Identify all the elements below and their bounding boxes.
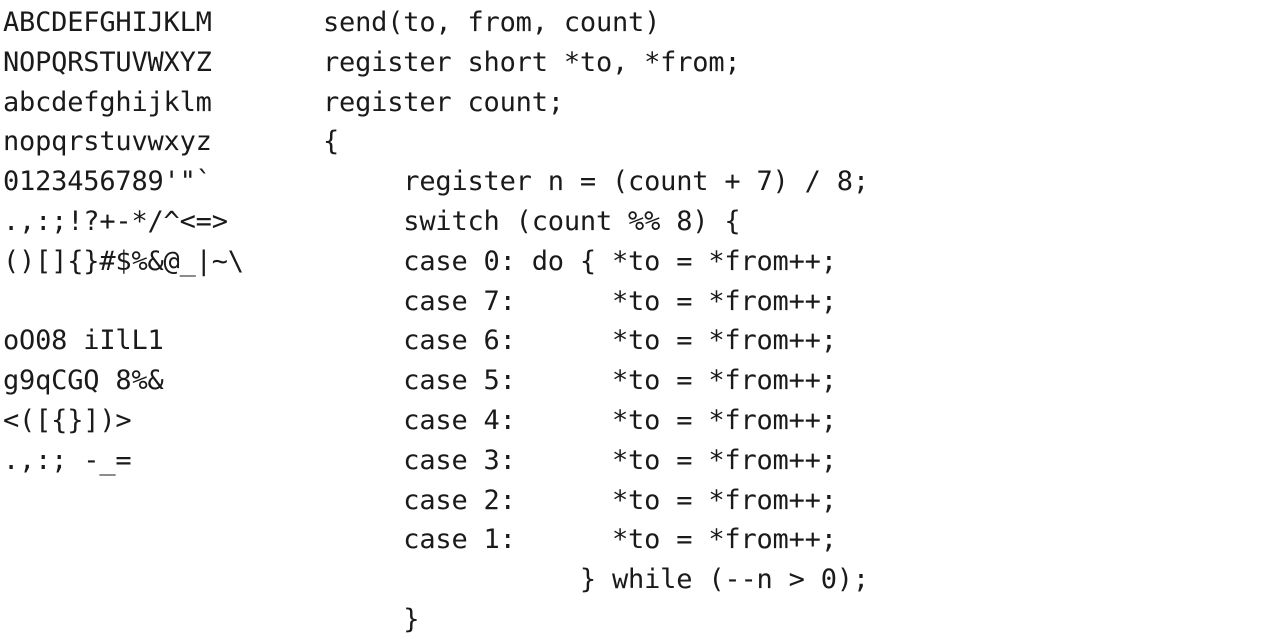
code-line: case 7: *to = *from++;	[323, 285, 837, 317]
glyph-line-uppercase-n-z: NOPQRSTUVWXYZ	[3, 46, 212, 78]
font-specimen: ABCDEFGHIJKLM NOPQRSTUVWXYZ abcdefghijklm n…	[0, 0, 1280, 640]
code-line: case 3: *to = *from++;	[323, 444, 837, 476]
glyph-line-uppercase-a-m: ABCDEFGHIJKLM	[3, 7, 212, 38]
glyph-specimen: ABCDEFGHIJKLM NOPQRSTUVWXYZ abcdefghijklm n…	[3, 3, 303, 481]
code-line: case 4: *to = *from++;	[323, 404, 837, 436]
glyph-line-punctuation: .,:; -_=	[3, 444, 132, 476]
code-line: case 6: *to = *from++;	[323, 325, 837, 357]
code-sample: send(to, from, count) register short *to,…	[323, 3, 1263, 640]
code-line: register count;	[323, 86, 564, 118]
code-line: register short *to, *from;	[323, 46, 741, 78]
code-line: register n = (count + 7) / 8;	[323, 166, 869, 198]
glyph-line-similar-shapes: g9qCGQ 8%&	[3, 365, 164, 397]
code-line: case 1: *to = *from++;	[323, 524, 837, 556]
code-line: case 5: *to = *from++;	[323, 365, 837, 397]
code-line: case 2: *to = *from++;	[323, 484, 837, 516]
code-line: }	[323, 603, 420, 635]
glyph-line-confusables: oO08 iIlL1	[3, 325, 164, 357]
glyph-line-lowercase-a-m: abcdefghijklm	[3, 86, 212, 118]
code-line: } while (--n > 0);	[323, 564, 869, 596]
glyph-line-digits-quotes: 0123456789'"`	[3, 166, 212, 198]
code-line: send(to, from, count)	[323, 7, 661, 38]
glyph-line-brackets-symbols: ()[]{}#$%&@_|~\	[3, 245, 244, 277]
glyph-line-blank	[3, 282, 303, 322]
code-line: case 0: do { *to = *from++;	[323, 245, 837, 277]
glyph-line-operators: .,:;!?+-*/^<=>	[3, 205, 228, 237]
glyph-line-lowercase-n-z: nopqrstuvwxyz	[3, 126, 212, 158]
glyph-line-nested-brackets: <([{}])>	[3, 404, 132, 436]
code-line: switch (count %% 8) {	[323, 205, 741, 237]
code-line: {	[323, 126, 340, 158]
